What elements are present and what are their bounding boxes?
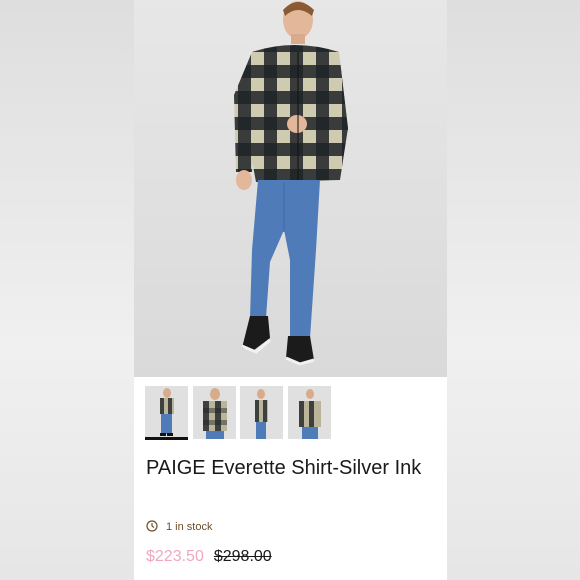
stock-text: 1 in stock bbox=[166, 521, 213, 533]
background-right bbox=[447, 0, 580, 580]
price-block: $223.50 $298.00 bbox=[146, 548, 272, 566]
thumbnail-side-view[interactable] bbox=[240, 386, 283, 439]
clock-icon bbox=[146, 519, 158, 535]
background-left bbox=[0, 0, 134, 580]
thumbnail-front-view[interactable] bbox=[145, 386, 188, 439]
product-card: PAIGE Everette Shirt-Silver Ink 1 in sto… bbox=[134, 0, 447, 580]
active-thumbnail-indicator bbox=[145, 437, 188, 440]
original-price: $298.00 bbox=[213, 548, 272, 565]
thumbnail-front-view-2[interactable] bbox=[288, 386, 331, 439]
product-title: PAIGE Everette Shirt-Silver Ink bbox=[146, 457, 422, 479]
stock-status: 1 in stock bbox=[146, 519, 212, 535]
thumbnail-front-close-view[interactable] bbox=[193, 386, 236, 439]
sale-price: $223.50 bbox=[146, 548, 204, 565]
product-main-image[interactable] bbox=[134, 0, 447, 377]
model-illustration bbox=[234, 1, 348, 366]
